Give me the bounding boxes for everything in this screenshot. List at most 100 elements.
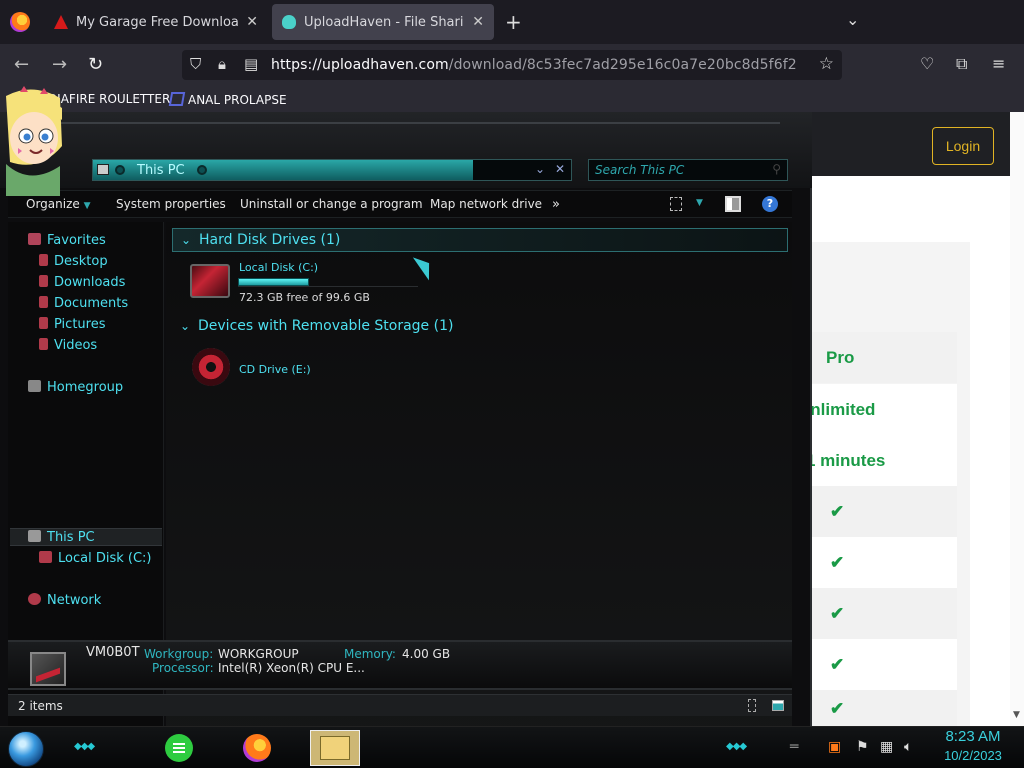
show-hidden-icons-icon[interactable]: ═ <box>790 739 798 755</box>
change-view-icon[interactable] <box>670 197 682 211</box>
volume-icon[interactable]: 🔈︎ <box>904 739 912 755</box>
taskbar-firefox[interactable] <box>232 730 282 766</box>
address-dropdown-icon[interactable]: ⌄ <box>535 162 545 176</box>
page-scrollbar[interactable] <box>1010 112 1024 728</box>
shield-icon[interactable]: ⛉ <box>190 55 201 73</box>
permissions-icon[interactable]: ▤ <box>244 55 258 73</box>
bookmark-item[interactable]: ANAL PROLAPSE <box>168 92 287 107</box>
computer-name: VM0B0T <box>86 645 140 660</box>
documents-icon <box>39 296 48 308</box>
network-icon[interactable]: ▦ <box>880 739 893 755</box>
nav-homegroup[interactable]: Homegroup <box>28 380 123 395</box>
organize-button[interactable]: Organize ▼ <box>26 197 91 211</box>
url-text[interactable]: https://uploadhaven.com/download/8c53fec… <box>271 57 797 73</box>
close-tab-icon[interactable]: ✕ <box>246 14 258 30</box>
computer-icon <box>30 652 66 686</box>
mygarage-favicon-icon <box>54 15 68 29</box>
nav-desktop[interactable]: Desktop <box>39 254 108 269</box>
decorative-chevrons: ◆◆◆ <box>74 741 95 752</box>
large-icons-view-icon[interactable] <box>772 700 784 711</box>
url-bar[interactable]: ⛉ 🔒︎ ▤ https://uploadhaven.com/download/… <box>182 50 842 80</box>
taskbar-file-explorer[interactable] <box>310 730 360 766</box>
tab-mygarage[interactable]: My Garage Free Download (v0.8 ✕ <box>44 4 268 40</box>
drive-c-usage-fill <box>238 278 309 286</box>
collapse-chevron-icon[interactable]: ⌄ <box>180 319 190 333</box>
pricing-row: ✔ <box>800 690 957 728</box>
clock-time[interactable]: 8:23 AM <box>934 728 1012 745</box>
workgroup-key: Workgroup: <box>144 647 214 661</box>
cd-drive-icon[interactable] <box>192 348 230 386</box>
tray-app-icon[interactable]: ▣ <box>828 739 841 755</box>
notes-icon <box>165 734 193 762</box>
address-bar[interactable]: This PC ⌄ ✕ <box>92 159 572 181</box>
lock-icon[interactable]: 🔒︎ <box>218 55 226 73</box>
nav-downloads[interactable]: Downloads <box>39 275 125 290</box>
nav-favorites[interactable]: Favorites <box>28 233 106 248</box>
drive-c-label[interactable]: Local Disk (C:) <box>239 261 318 274</box>
uploadhaven-favicon-icon <box>282 15 296 29</box>
system-properties-button[interactable]: System properties <box>116 197 226 211</box>
breadcrumb-separator-icon[interactable] <box>197 165 207 175</box>
pricing-row: 1 minutes <box>800 435 957 486</box>
firefox-icon <box>243 734 271 762</box>
drive-c-free-space: 72.3 GB free of 99.6 GB <box>239 291 370 304</box>
extensions-icon[interactable]: ⧉ <box>956 54 967 74</box>
breadcrumb-this-pc[interactable]: This PC <box>137 163 185 178</box>
help-icon[interactable]: ? <box>762 196 778 212</box>
close-tab-icon[interactable]: ✕ <box>472 14 484 30</box>
nav-documents[interactable]: Documents <box>39 296 128 311</box>
details-view-icon[interactable] <box>748 699 756 712</box>
breadcrumb-separator-icon[interactable] <box>115 165 125 175</box>
reload-icon[interactable]: ↻ <box>88 54 103 75</box>
drive-c-usage-bar <box>238 277 418 287</box>
nav-label: Favorites <box>47 233 106 248</box>
group-removable-storage[interactable]: ⌄ Devices with Removable Storage (1) <box>172 315 788 339</box>
new-tab-button[interactable]: + <box>505 10 522 34</box>
processor-value: Intel(R) Xeon(R) CPU E... <box>218 661 365 675</box>
nav-local-disk[interactable]: Local Disk (C:) <box>39 551 151 566</box>
menu-icon[interactable]: ≡ <box>992 54 1005 73</box>
details-pane: VM0B0T Workgroup: WORKGROUP Memory: 4.00… <box>8 640 792 690</box>
nav-network[interactable]: Network <box>28 593 101 608</box>
nav-label: This PC <box>47 530 95 545</box>
pocket-icon[interactable]: ♡ <box>920 54 934 73</box>
cartoon-character-avatar <box>6 86 62 196</box>
memory-value: 4.00 GB <box>402 647 451 661</box>
memory-key: Memory: <box>344 647 396 661</box>
uninstall-program-button[interactable]: Uninstall or change a program <box>240 197 423 211</box>
clear-address-icon[interactable]: ✕ <box>555 162 565 176</box>
pictures-icon <box>39 317 48 329</box>
site-header: Login <box>800 112 1024 176</box>
search-input[interactable]: Search This PC ⚲ <box>588 159 788 181</box>
nav-pictures[interactable]: Pictures <box>39 317 105 332</box>
login-button[interactable]: Login <box>932 127 994 165</box>
bookmark-star-icon[interactable]: ☆ <box>819 54 834 74</box>
nav-this-pc[interactable]: This PC <box>28 530 95 545</box>
forward-icon[interactable]: → <box>52 54 67 75</box>
start-orb-icon[interactable] <box>8 731 44 767</box>
map-network-drive-button[interactable]: Map network drive <box>430 197 542 211</box>
firefox-icon[interactable] <box>10 12 30 32</box>
group-label: Devices with Removable Storage (1) <box>198 318 454 334</box>
drive-e-label[interactable]: CD Drive (E:) <box>239 363 311 376</box>
more-commands-button[interactable]: » <box>552 197 560 212</box>
pricing-row: ✔ <box>800 588 957 639</box>
search-icon[interactable]: ⚲ <box>772 162 781 176</box>
group-hard-disk-drives[interactable]: ⌄ Hard Disk Drives (1) <box>172 228 788 252</box>
collapse-chevron-icon[interactable]: ⌄ <box>181 233 191 247</box>
tab-uploadhaven[interactable]: UploadHaven - File Sharing Ma ✕ <box>272 4 494 40</box>
list-all-tabs-button[interactable]: ⌄ <box>846 10 859 29</box>
hard-drive-icon[interactable] <box>190 264 230 298</box>
taskbar-notes-app[interactable] <box>154 730 204 766</box>
scroll-down-icon[interactable]: ▼ <box>1013 710 1020 720</box>
file-explorer-window: This PC ⌄ ✕ Search This PC ⚲ Organize ▼ … <box>0 112 812 742</box>
pricing-row: ✔ <box>800 486 957 537</box>
clock-date[interactable]: 10/2/2023 <box>934 748 1012 763</box>
workgroup-value: WORKGROUP <box>218 647 299 661</box>
homegroup-icon <box>28 380 41 392</box>
preview-pane-icon[interactable] <box>725 196 741 212</box>
action-center-flag-icon[interactable]: ⚑ <box>856 739 869 755</box>
nav-videos[interactable]: Videos <box>39 338 97 353</box>
back-icon[interactable]: ← <box>14 54 29 75</box>
view-dropdown-icon[interactable]: ▼ <box>696 198 703 208</box>
